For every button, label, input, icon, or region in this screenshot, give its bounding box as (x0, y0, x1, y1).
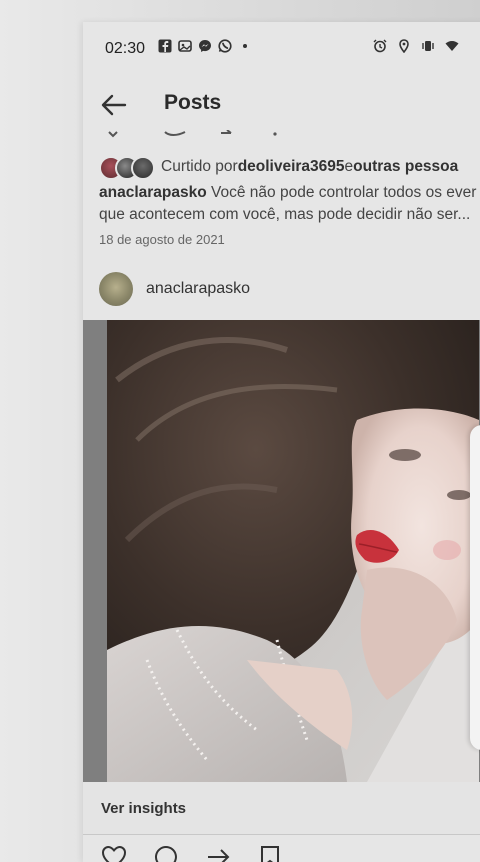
post-photo[interactable] (107, 320, 479, 782)
caption-line1: Você não pode controlar todos os ever (206, 184, 477, 201)
view-insights-link[interactable]: Ver insights (101, 800, 186, 817)
action-icons-peek (108, 130, 277, 138)
back-arrow-icon[interactable] (101, 92, 127, 118)
comment-icon[interactable] (153, 844, 179, 862)
likes-row[interactable]: Curtido por deoliveira3695 e outras pess… (99, 155, 458, 180)
facebook-icon (158, 39, 172, 53)
liked-by-joiner: e (344, 158, 354, 175)
post-caption[interactable]: anaclarapasko Você não pode controlar to… (99, 182, 480, 226)
heart-icon[interactable] (101, 844, 127, 862)
liker-username[interactable]: deoliveira3695 (238, 158, 345, 176)
status-time: 02:30 (105, 40, 146, 57)
caption-username[interactable]: anaclarapasko (99, 184, 207, 201)
avatar (131, 156, 155, 180)
caption-line2: que acontecem com você, mas pode decidir… (99, 206, 471, 223)
wifi-icon (445, 39, 459, 53)
messenger-icon (198, 39, 212, 53)
system-icons (373, 39, 459, 53)
author-username[interactable]: anaclarapasko (146, 280, 250, 298)
post-author[interactable]: anaclarapasko (99, 272, 250, 306)
liker-others[interactable]: outras pessoa (353, 158, 458, 176)
photos-icon (178, 39, 192, 53)
page-title: Posts (164, 91, 222, 114)
vibrate-icon (421, 39, 435, 53)
app-header: Posts (83, 82, 480, 130)
liker-avatars (99, 156, 157, 180)
insights-bar: Ver insights (83, 782, 480, 834)
post-photo-frame (83, 320, 480, 782)
notification-icons (158, 39, 252, 53)
post-actions (101, 844, 283, 862)
overlay-panel-edge[interactable] (470, 425, 480, 750)
status-bar: 02:30 (83, 22, 480, 74)
bookmark-icon[interactable] (257, 844, 283, 862)
avatar[interactable] (99, 272, 133, 306)
share-icon[interactable] (205, 844, 231, 862)
dot-icon (238, 39, 252, 53)
whatsapp-icon (218, 39, 232, 53)
divider (83, 834, 480, 835)
location-icon (397, 39, 411, 53)
phone-screen: 02:30 Posts Curtido por deoliveira3695 e… (83, 22, 480, 862)
alarm-icon (373, 39, 387, 53)
post-date: 18 de agosto de 2021 (99, 232, 225, 247)
liked-by-prefix: Curtido por (161, 158, 238, 175)
